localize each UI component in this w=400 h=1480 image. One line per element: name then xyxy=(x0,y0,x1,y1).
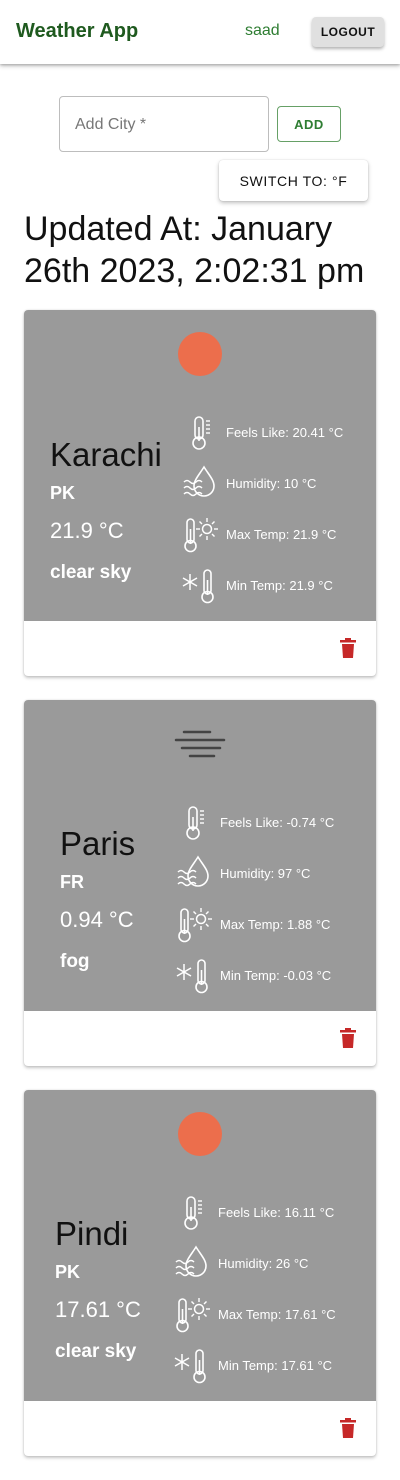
thermometer-sun-icon xyxy=(178,908,212,943)
min-temp-row: Min Temp: 17.61 °C xyxy=(174,1346,374,1386)
humidity-label: Humidity: 97 °C xyxy=(220,866,311,881)
thermometer-snow-icon xyxy=(174,1349,206,1384)
humidity-label: Humidity: 10 °C xyxy=(226,476,317,491)
sun-icon xyxy=(178,1112,222,1156)
humidity-row: Humidity: 26 °C xyxy=(174,1244,374,1284)
feels-like-row: Feels Like: 20.41 °C xyxy=(182,413,376,453)
thermometer-icon xyxy=(184,1196,202,1230)
feels-like-label: Feels Like: 16.11 °C xyxy=(218,1205,335,1220)
card-body: Karachi PK 21.9 °C clear sky Feels Like:… xyxy=(24,310,376,621)
app-bar: Weather App saad LOGOUT xyxy=(0,0,400,64)
country-code: PK xyxy=(50,483,76,503)
weather-description: clear sky xyxy=(55,1341,137,1362)
max-temp-label: Max Temp: 21.9 °C xyxy=(226,527,337,542)
add-city-input[interactable] xyxy=(73,97,257,153)
humidity-icon xyxy=(183,465,215,497)
thermometer-snow-icon xyxy=(176,959,208,994)
min-temp-label: Min Temp: 17.61 °C xyxy=(218,1358,333,1373)
weather-card-pindi: Pindi PK 17.61 °C clear sky Feels Like: … xyxy=(24,1090,376,1456)
max-temp-label: Max Temp: 1.88 °C xyxy=(220,917,331,932)
humidity-label: Humidity: 26 °C xyxy=(218,1256,309,1271)
humidity-row: Humidity: 10 °C xyxy=(182,464,376,504)
delete-icon[interactable] xyxy=(340,638,356,658)
weather-card-karachi: Karachi PK 21.9 °C clear sky Feels Like:… xyxy=(24,310,376,676)
humidity-icon xyxy=(177,855,209,887)
current-temperature: 21.9 °C xyxy=(50,518,124,543)
city-summary: Karachi PK 21.9 °C clear sky xyxy=(50,435,162,584)
thermometer-snow-icon xyxy=(182,569,214,604)
max-temp-label: Max Temp: 17.61 °C xyxy=(218,1307,336,1322)
card-body: Paris FR 0.94 °C fog Feels Like: -0.74 °… xyxy=(24,700,376,1011)
feels-like-label: Feels Like: 20.41 °C xyxy=(226,425,344,440)
thermometer-sun-icon xyxy=(176,1298,210,1333)
add-city-button[interactable]: ADD xyxy=(277,106,341,142)
weather-card-paris: Paris FR 0.94 °C fog Feels Like: -0.74 °… xyxy=(24,700,376,1066)
fog-icon xyxy=(174,730,226,758)
updated-at-heading: Updated At: January 26th 2023, 2:02:31 p… xyxy=(24,210,365,290)
delete-icon[interactable] xyxy=(340,1028,356,1048)
min-temp-row: Min Temp: -0.03 °C xyxy=(176,956,376,996)
city-name: Karachi xyxy=(50,436,162,473)
delete-icon[interactable] xyxy=(340,1418,356,1438)
humidity-row: Humidity: 97 °C xyxy=(176,854,376,894)
username-label: saad xyxy=(245,22,280,39)
country-code: FR xyxy=(60,872,84,892)
feels-like-row: Feels Like: -0.74 °C xyxy=(176,803,376,843)
min-temp-row: Min Temp: 21.9 °C xyxy=(182,566,376,606)
current-temperature: 17.61 °C xyxy=(55,1297,141,1322)
sun-icon xyxy=(178,332,222,376)
feels-like-row: Feels Like: 16.11 °C xyxy=(174,1193,374,1233)
thermometer-icon xyxy=(192,416,210,450)
humidity-icon xyxy=(175,1245,207,1277)
city-name: Paris xyxy=(60,825,136,862)
max-temp-row: Max Temp: 1.88 °C xyxy=(176,905,376,945)
logout-button[interactable]: LOGOUT xyxy=(312,17,384,47)
feels-like-label: Feels Like: -0.74 °C xyxy=(220,815,335,830)
weather-description: fog xyxy=(60,951,90,972)
city-name: Pindi xyxy=(55,1215,129,1252)
card-body: Pindi PK 17.61 °C clear sky Feels Like: … xyxy=(24,1090,376,1401)
max-temp-row: Max Temp: 21.9 °C xyxy=(182,515,376,555)
app-title: Weather App xyxy=(16,20,139,42)
max-temp-row: Max Temp: 17.61 °C xyxy=(174,1295,374,1335)
add-city-field[interactable] xyxy=(59,96,269,153)
city-summary: Pindi PK 17.61 °C clear sky xyxy=(55,1214,141,1363)
current-temperature: 0.94 °C xyxy=(60,907,134,932)
switch-unit-button[interactable]: SWITCH TO: °F xyxy=(219,160,368,201)
country-code: PK xyxy=(55,1262,81,1282)
weather-description: clear sky xyxy=(50,562,132,583)
min-temp-label: Min Temp: -0.03 °C xyxy=(220,968,332,983)
min-temp-label: Min Temp: 21.9 °C xyxy=(226,578,333,593)
thermometer-sun-icon xyxy=(184,518,218,553)
thermometer-icon xyxy=(186,806,204,840)
city-summary: Paris FR 0.94 °C fog xyxy=(60,824,135,973)
